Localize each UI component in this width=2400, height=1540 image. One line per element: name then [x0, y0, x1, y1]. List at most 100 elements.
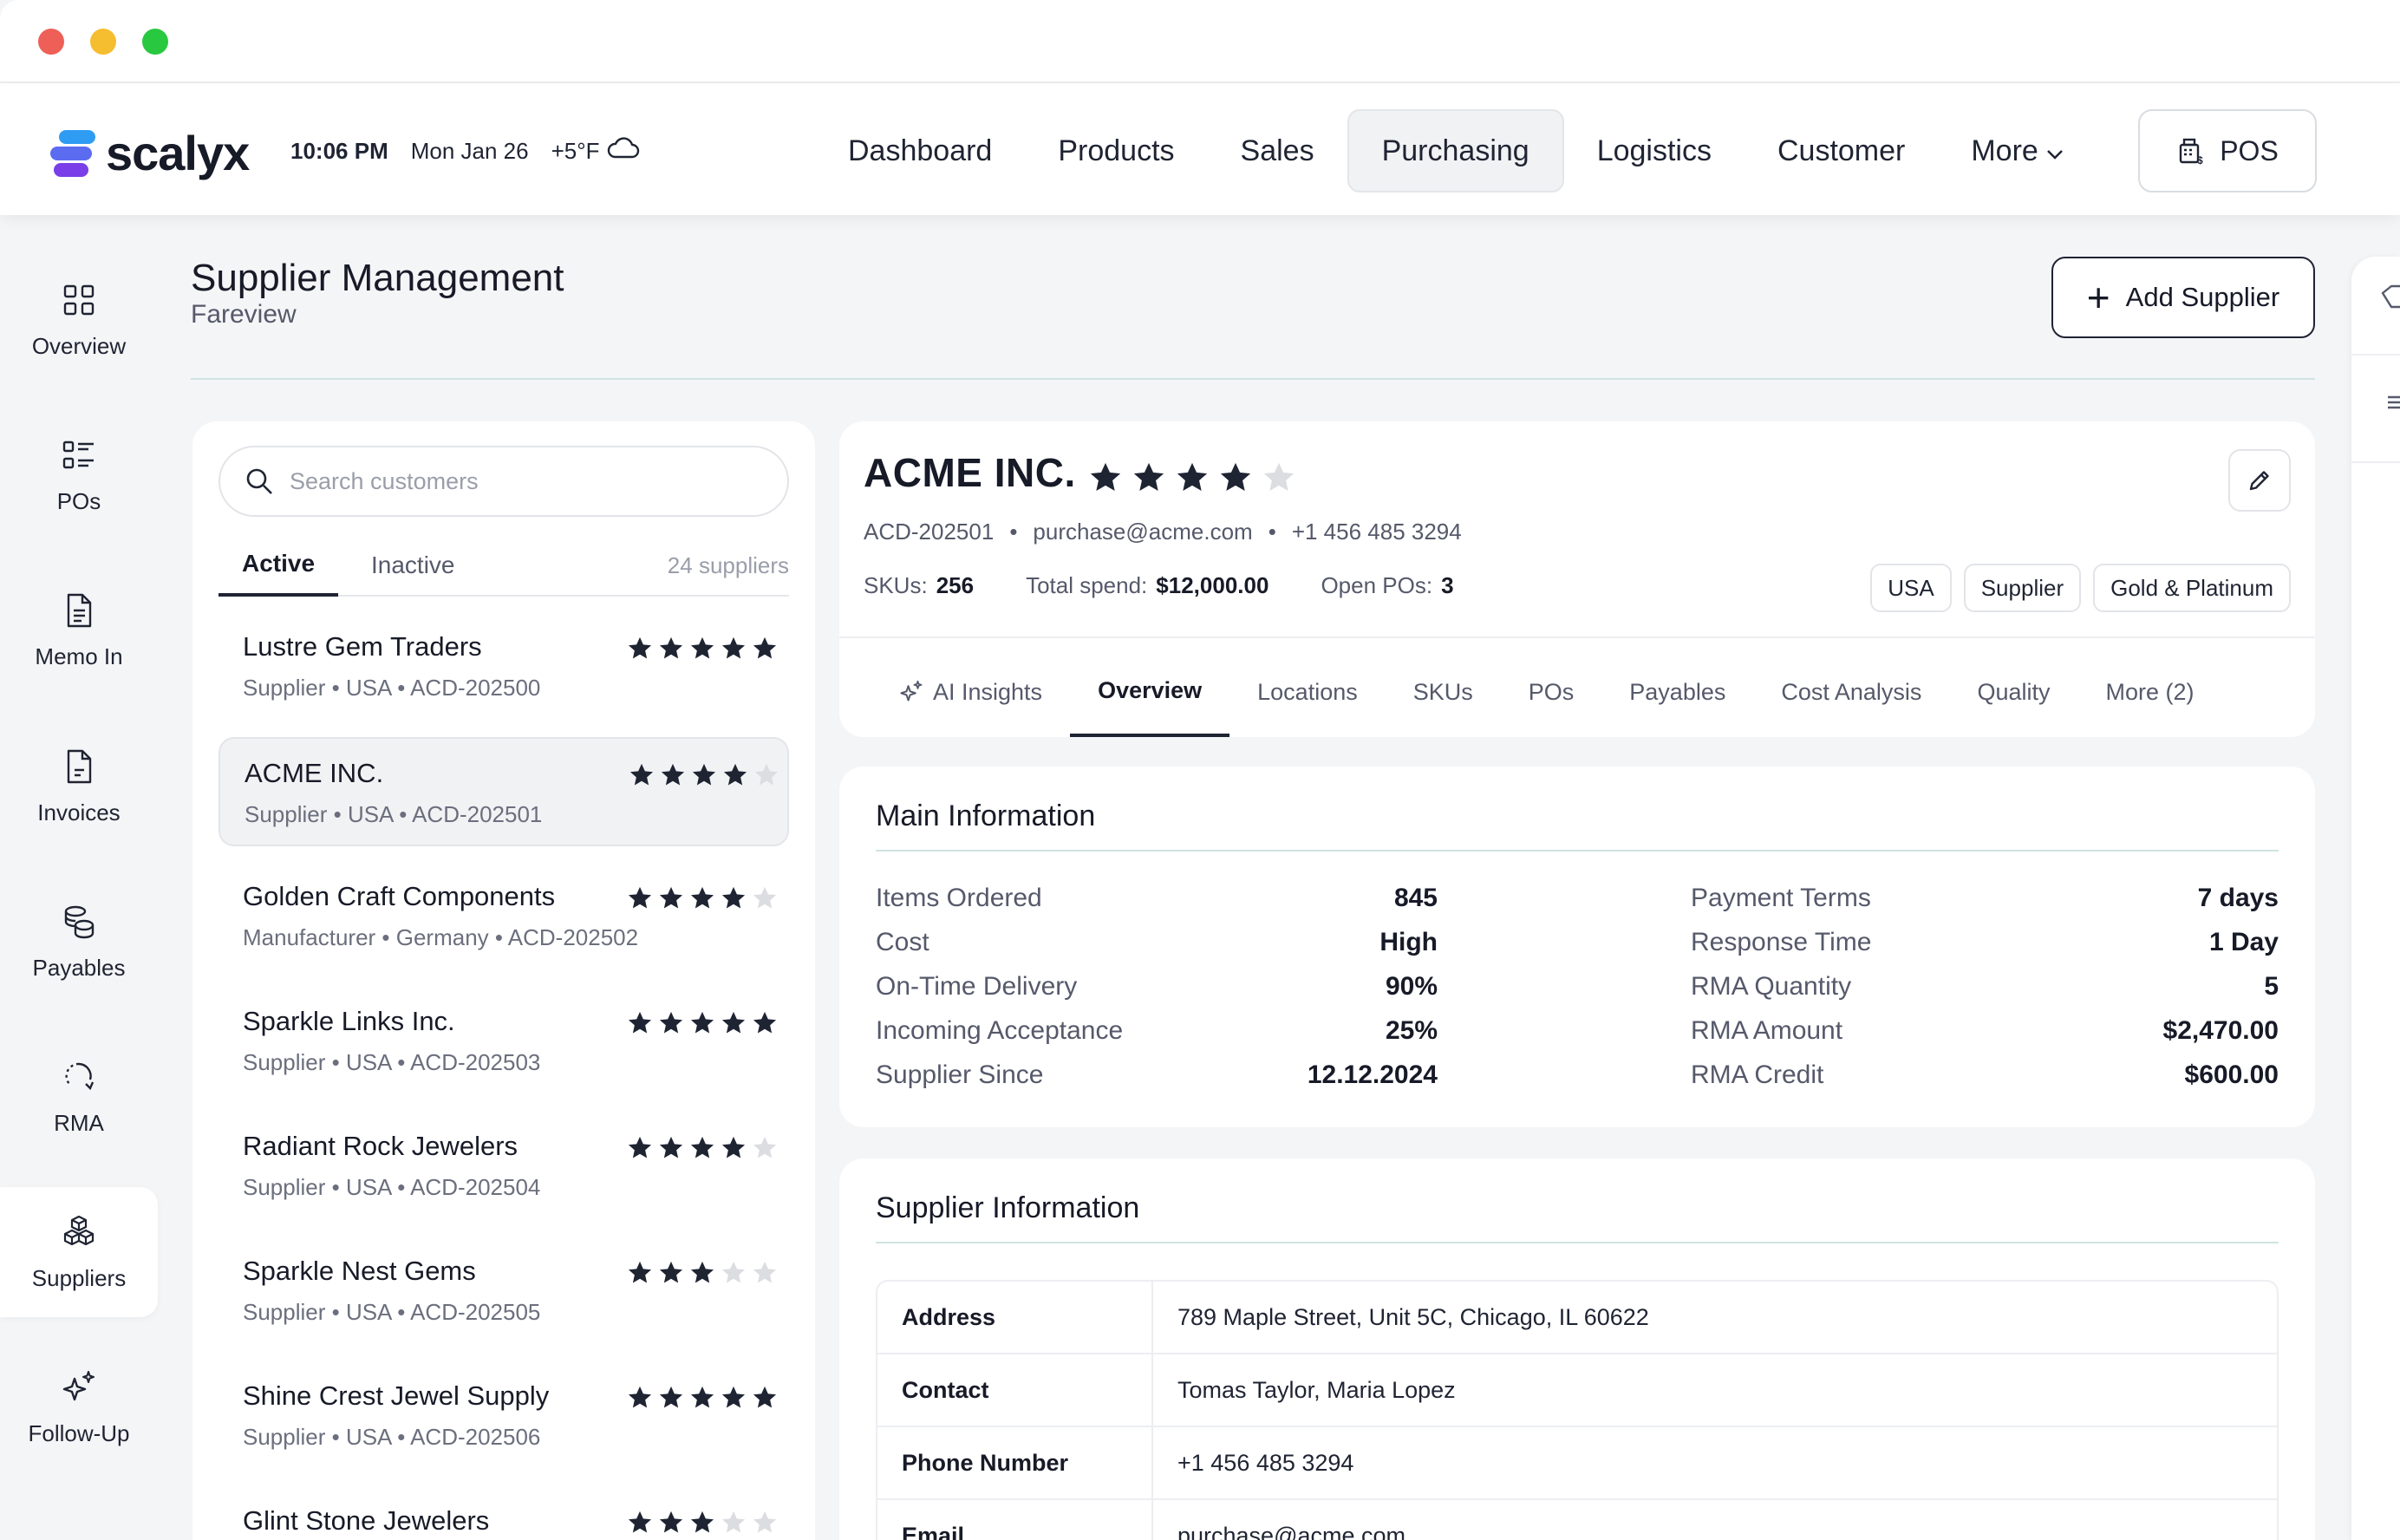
tab-inactive[interactable]: Inactive	[371, 534, 455, 597]
info-row: RMA Quantity 5	[1691, 965, 2279, 1008]
sparkle-icon	[62, 1370, 95, 1400]
info-label: RMA Credit	[1691, 1060, 1824, 1089]
star-icon	[1131, 460, 1167, 500]
search-input[interactable]	[290, 467, 775, 495]
info-value: 5	[2264, 972, 2279, 1001]
tab-ai-insights[interactable]: AI Insights	[871, 647, 1070, 737]
info-row: Incoming Acceptance 25%	[876, 1009, 1438, 1053]
nav-more[interactable]: More	[1938, 109, 2097, 192]
supplier-info-table: Address 789 Maple Street, Unit 5C, Chicag…	[876, 1280, 2279, 1540]
sidebar-label: Invoices	[37, 799, 121, 825]
info-label: Incoming Acceptance	[876, 1016, 1124, 1045]
supplier-list-item[interactable]: Golden Craft Components Manufacturer • Ge…	[218, 862, 789, 971]
info-value: $2,470.00	[2162, 1016, 2279, 1045]
tab-quality[interactable]: Quality	[1949, 647, 2077, 737]
sidebar-item-overview[interactable]: Overview	[0, 255, 158, 385]
supplier-list-item[interactable]: Shine Crest Jewel Supply Supplier • USA •…	[218, 1361, 789, 1471]
supplier-list-item[interactable]: Sparkle Links Inc. Supplier • USA • ACD-2…	[218, 987, 789, 1096]
temperature: +5°F	[551, 138, 600, 164]
tab-overview[interactable]: Overview	[1070, 647, 1230, 737]
pencil-icon	[2249, 471, 2269, 491]
divider	[2351, 461, 2400, 463]
star-icon	[688, 1259, 716, 1291]
tag-chips: USA Supplier Gold & Platinum	[1870, 564, 2291, 612]
tab-cost-analysis[interactable]: Cost Analysis	[1753, 647, 1949, 737]
edit-button[interactable]	[2228, 449, 2291, 512]
stat-open-pos: Open POs: 3	[1321, 572, 1453, 599]
supplier-name: ACME INC.	[864, 450, 1076, 495]
rating-stars	[626, 1134, 779, 1166]
divider	[2351, 354, 2400, 356]
star-icon	[751, 1134, 779, 1166]
tab-locations[interactable]: Locations	[1229, 647, 1386, 737]
supplier-list-item[interactable]: Sparkle Nest Gems Supplier • USA • ACD-20…	[218, 1237, 789, 1346]
tab-more[interactable]: More (2)	[2077, 647, 2221, 737]
star-icon	[657, 1509, 685, 1540]
brand-logo[interactable]: scalyx	[50, 125, 250, 181]
info-row: On-Time Delivery 90%	[876, 965, 1438, 1008]
nav-label: Sales	[1240, 134, 1314, 167]
supplier-item-meta: Supplier • USA • ACD-202501	[245, 801, 543, 827]
pos-button[interactable]: $ POS	[2138, 109, 2317, 192]
sidebar-item-pos[interactable]: POs	[0, 410, 158, 540]
rating-stars	[626, 1259, 779, 1291]
sidebar-item-rma[interactable]: RMA	[0, 1032, 158, 1162]
star-icon	[657, 1009, 685, 1041]
nav-purchasing[interactable]: Purchasing	[1347, 109, 1564, 192]
info-row: RMA Amount $2,470.00	[1691, 1009, 2279, 1053]
status-bar: 10:06 PM Mon Jan 26 +5°F	[290, 135, 640, 167]
tab-pos[interactable]: POs	[1501, 647, 1602, 737]
window-titlebar	[0, 0, 2400, 83]
supplier-item-name: ACME INC.	[245, 758, 384, 788]
info-label: RMA Quantity	[1691, 972, 1852, 1001]
clock-date: Mon Jan 26	[410, 138, 529, 164]
sidebar-label: Memo In	[35, 643, 123, 669]
sidebar-label: Follow-Up	[28, 1419, 130, 1446]
return-icon	[65, 1062, 95, 1090]
supplier-rating	[1087, 460, 1297, 500]
close-window-button[interactable]	[38, 29, 64, 55]
document-icon	[67, 593, 92, 627]
star-icon	[657, 884, 685, 917]
supplier-list-item[interactable]: ACME INC. Supplier • USA • ACD-202501	[218, 737, 789, 846]
add-supplier-button[interactable]: + Add Supplier	[2051, 257, 2315, 338]
sidebar-item-payables[interactable]: Payables	[0, 877, 158, 1007]
nav-customer[interactable]: Customer	[1745, 109, 1938, 192]
maximize-window-button[interactable]	[142, 29, 168, 55]
tab-active[interactable]: Active	[218, 534, 338, 597]
supplier-list-item[interactable]: Radiant Rock Jewelers Supplier • USA • AC…	[218, 1112, 789, 1221]
sidebar-item-memo-in[interactable]: Memo In	[0, 565, 158, 695]
supplier-item-name: Sparkle Links Inc.	[243, 1006, 455, 1036]
star-icon	[657, 1259, 685, 1291]
rating-stars	[626, 1009, 779, 1041]
nav-dashboard[interactable]: Dashboard	[815, 109, 1025, 192]
supplier-email[interactable]: purchase@acme.com	[1033, 519, 1252, 545]
nav-label: Purchasing	[1381, 134, 1529, 167]
supplier-count: 24 suppliers	[667, 551, 789, 578]
nav-products[interactable]: Products	[1025, 109, 1207, 192]
sidebar-item-follow-up[interactable]: Follow-Up	[0, 1342, 158, 1472]
sidebar-item-suppliers[interactable]: Suppliers	[0, 1187, 158, 1317]
star-icon	[688, 884, 716, 917]
supplier-list-item[interactable]: Lustre Gem Traders Supplier • USA • ACD-2…	[218, 612, 789, 721]
nav-sales[interactable]: Sales	[1208, 109, 1347, 192]
brand-name: scalyx	[106, 126, 250, 180]
list-icon	[62, 440, 94, 468]
star-icon	[751, 1509, 779, 1540]
sidebar-item-invoices[interactable]: Invoices	[0, 721, 158, 852]
row-value[interactable]: purchase@acme.com	[1153, 1500, 1405, 1540]
nav-logistics[interactable]: Logistics	[1564, 109, 1745, 192]
nav-label: Dashboard	[848, 134, 993, 167]
tab-payables[interactable]: Payables	[1601, 647, 1753, 737]
menu-icon[interactable]	[2386, 392, 2400, 413]
supplier-phone[interactable]: +1 456 485 3294	[1292, 519, 1462, 545]
star-icon	[721, 761, 749, 793]
star-icon	[751, 1259, 779, 1291]
info-row: RMA Credit $600.00	[1691, 1054, 2279, 1097]
star-icon	[1261, 460, 1297, 500]
gem-icon[interactable]	[2381, 281, 2400, 316]
supplier-list-item[interactable]: Glint Stone Jewelers	[218, 1486, 789, 1540]
minimize-window-button[interactable]	[90, 29, 116, 55]
row-value: 789 Maple Street, Unit 5C, Chicago, IL 6…	[1177, 1303, 1649, 1330]
tab-skus[interactable]: SKUs	[1386, 647, 1501, 737]
